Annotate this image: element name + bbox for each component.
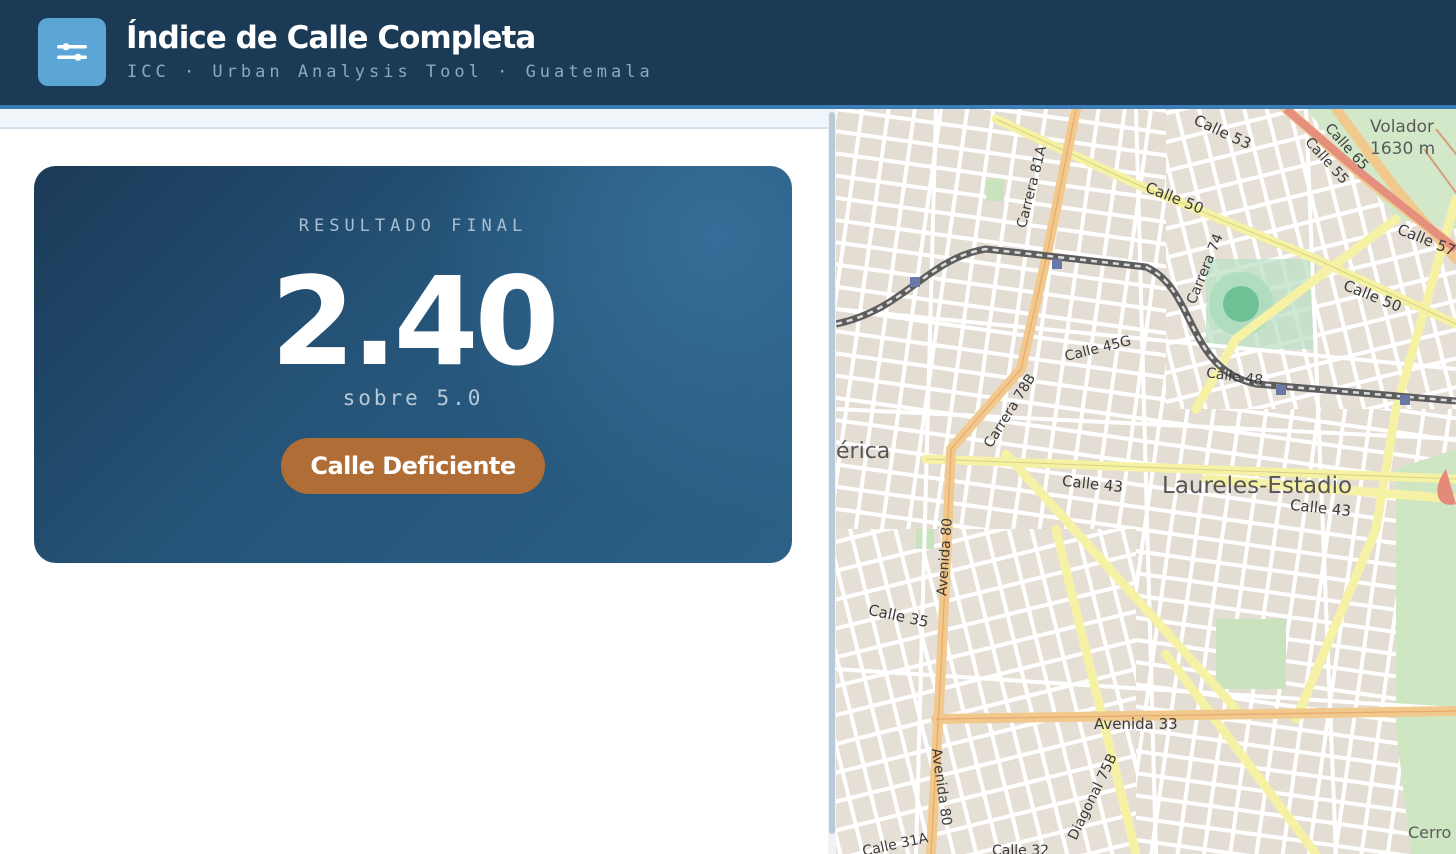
map-label-volador: Volador	[1370, 117, 1435, 137]
app-title: Índice de Calle Completa	[126, 20, 536, 56]
map-label-erica: érica	[836, 439, 891, 464]
map-label-laureles-estadio: Laureles-Estadio	[1162, 473, 1353, 499]
result-score: 2.40	[270, 251, 559, 393]
panel-scrollbar[interactable]	[828, 109, 836, 854]
app-subtitle: ICC · Urban Analysis Tool · Guatemala	[127, 62, 654, 82]
map-label-volador-elevation: 1630 m	[1370, 139, 1436, 159]
map-tiles	[836, 109, 1456, 854]
sliders-icon	[57, 43, 87, 61]
panel-top-strip	[0, 109, 828, 129]
map-view[interactable]: Calle 53 Calle 65 Calle 55 Volador 1630 …	[836, 109, 1456, 854]
result-label: RESULTADO FINAL	[298, 216, 528, 236]
map-label-avenida-33: Avenida 33	[1094, 715, 1178, 733]
result-card: RESULTADO FINAL 2.40 sobre 5.0 Calle Def…	[34, 166, 792, 563]
map-label-calle-32: Calle 32	[992, 843, 1050, 854]
map-label-cerro: Cerro	[1408, 823, 1452, 842]
app-header: Índice de Calle Completa ICC · Urban Ana…	[0, 0, 1456, 106]
settings-button[interactable]	[38, 18, 106, 86]
scrollbar-thumb[interactable]	[829, 112, 835, 834]
results-panel: RESULTADO FINAL 2.40 sobre 5.0 Calle Def…	[0, 109, 828, 854]
result-scale: sobre 5.0	[342, 386, 484, 410]
result-status-badge: Calle Deficiente	[281, 438, 545, 494]
